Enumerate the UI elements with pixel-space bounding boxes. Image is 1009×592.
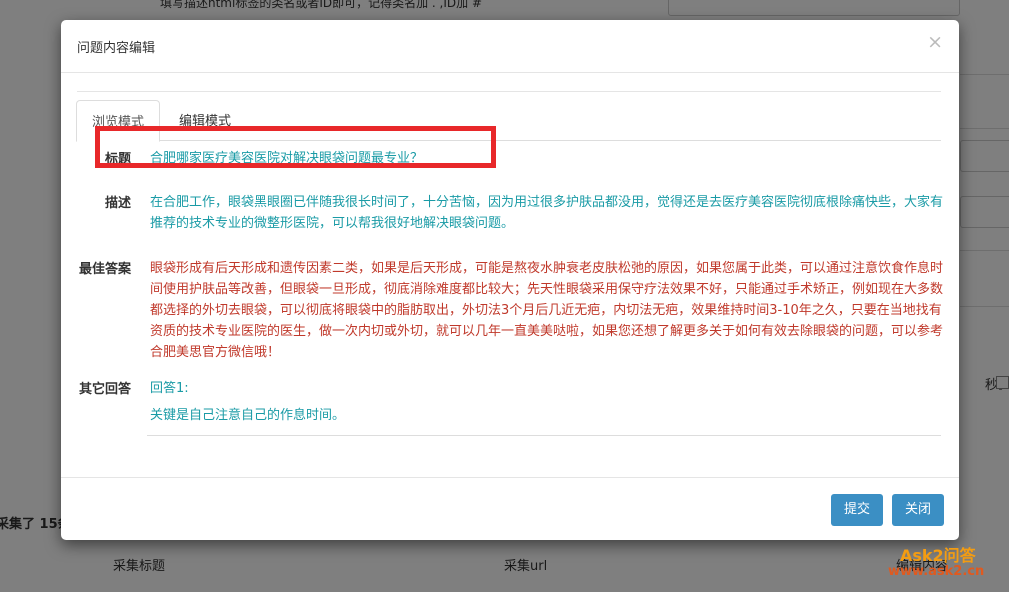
description-value: 在合肥工作，眼袋黑眼圈已伴随我很长时间了，十分苦恼，因为用过很多护肤品都没用，觉…	[150, 195, 944, 231]
other-answers-block: 回答1: 关键是自己注意自己的作息时间。	[150, 378, 943, 426]
content-divider-top	[77, 91, 941, 92]
best-answer-label: 最佳答案	[78, 262, 131, 277]
other-answer-heading: 回答1:	[150, 381, 189, 396]
question-edit-modal: 问题内容编辑 × 浏览模式 编辑模式 标题 合肥哪家医疗美容医院对解决眼袋问题最…	[61, 20, 959, 540]
modal-title: 问题内容编辑	[77, 41, 156, 56]
close-icon[interactable]: ×	[927, 33, 943, 52]
other-answers-label: 其它回答	[78, 382, 131, 397]
best-answer-value: 眼袋形成有后天形成和遗传因素二类，如果是后天形成，可能是熬夜水肿衰老皮肤松弛的原…	[150, 261, 944, 360]
submit-button[interactable]: 提交	[831, 494, 884, 526]
title-highlight-box	[95, 126, 496, 168]
modal-header: 问题内容编辑 ×	[61, 20, 959, 73]
description-label: 描述	[104, 196, 131, 211]
watermark-url: www.ask2.cn	[888, 564, 985, 579]
watermark-logo: Ask2问答	[900, 546, 976, 565]
content-divider-bottom	[147, 435, 941, 436]
close-button[interactable]: 关闭	[892, 494, 945, 526]
other-answer-text: 关键是自己注意自己的作息时间。	[150, 408, 346, 423]
modal-footer: 提交 关闭	[61, 477, 959, 541]
